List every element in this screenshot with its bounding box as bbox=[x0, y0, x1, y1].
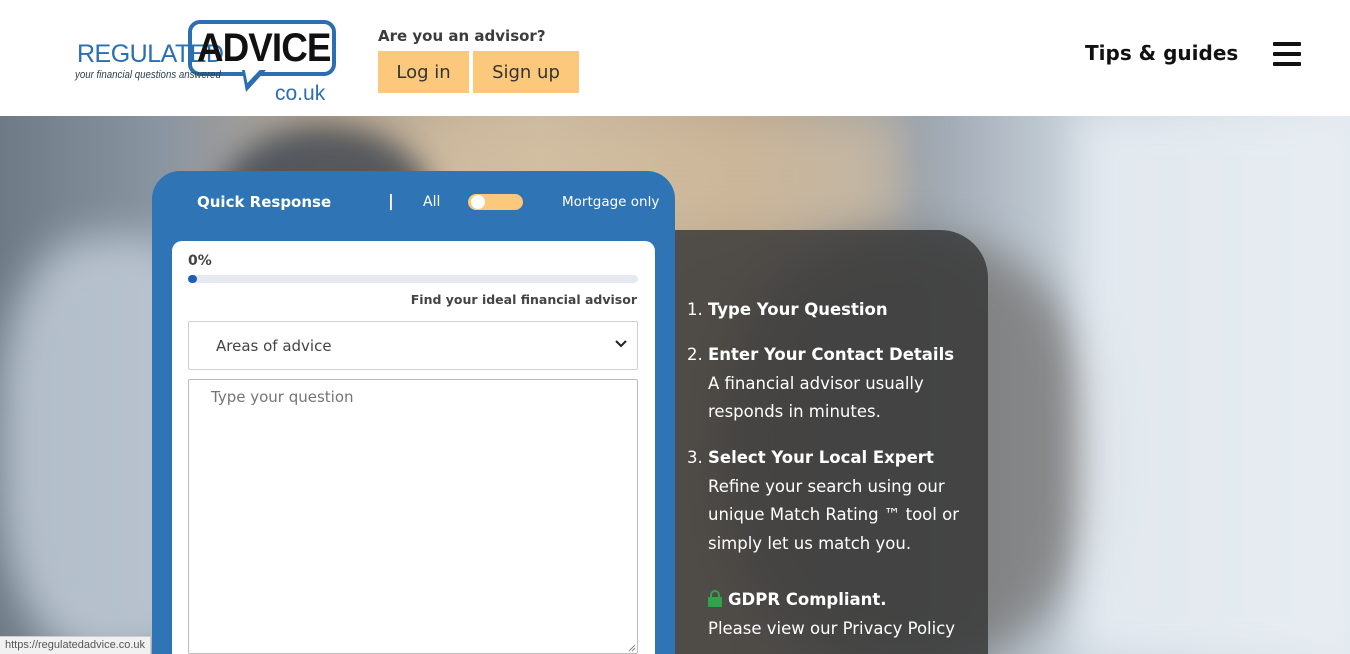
form-title-separator: | bbox=[388, 191, 394, 210]
find-advisor-label: Find your ideal financial advisor bbox=[410, 292, 637, 307]
chevron-down-icon bbox=[615, 337, 627, 352]
progress-bar bbox=[188, 275, 638, 283]
form-title: Quick Response bbox=[197, 193, 332, 211]
step-description: Refine your search using our unique Matc… bbox=[708, 476, 959, 553]
site-logo[interactable]: REGULATED ADVICE your financial question… bbox=[75, 18, 340, 108]
logo-word-advice: ADVICE bbox=[197, 26, 331, 70]
hamburger-icon[interactable] bbox=[1273, 42, 1303, 67]
form-body: 0% Find your ideal financial advisor Are… bbox=[172, 241, 655, 654]
tips-guides-link[interactable]: Tips & guides bbox=[1085, 41, 1238, 65]
lock-icon bbox=[708, 590, 722, 607]
mortgage-only-toggle[interactable] bbox=[468, 194, 523, 210]
step-title: Enter Your Contact Details bbox=[708, 345, 955, 364]
step-description: A financial advisor usually responds in … bbox=[708, 373, 924, 422]
gdpr-notice: GDPR Compliant. Please view our Privacy … bbox=[708, 586, 983, 643]
step-title: Type Your Question bbox=[708, 300, 888, 319]
advisor-question: Are you an advisor? bbox=[378, 27, 546, 45]
gdpr-text: Please view our Privacy Policy bbox=[708, 618, 956, 638]
areas-of-advice-select[interactable]: Areas of advice bbox=[188, 321, 638, 370]
toggle-label-mortgage-only[interactable]: Mortgage only bbox=[562, 194, 659, 210]
progress-percent: 0% bbox=[188, 253, 212, 269]
status-bar-url: https://regulatedadvice.co.uk bbox=[0, 636, 152, 654]
logo-domain: co.uk bbox=[275, 82, 326, 105]
areas-select-value: Areas of advice bbox=[216, 336, 332, 355]
logo-tagline: your financial questions answered bbox=[75, 69, 221, 81]
login-button[interactable]: Log in bbox=[378, 51, 469, 93]
gdpr-title: GDPR Compliant. bbox=[728, 590, 887, 609]
how-it-works-panel: 1. Type Your Question 2. Enter Your Cont… bbox=[675, 230, 988, 654]
progress-bar-fill bbox=[188, 275, 197, 283]
toggle-label-all[interactable]: All bbox=[423, 194, 440, 210]
signup-button[interactable]: Sign up bbox=[473, 51, 579, 93]
quick-response-form: Quick Response | All Mortgage only 0% Fi… bbox=[152, 171, 675, 654]
step-number: 3. bbox=[687, 448, 703, 467]
site-header: REGULATED ADVICE your financial question… bbox=[0, 0, 1350, 116]
step-number: 1. bbox=[687, 300, 703, 319]
toggle-knob bbox=[471, 195, 485, 209]
step-title: Select Your Local Expert bbox=[708, 448, 934, 467]
step-number: 2. bbox=[687, 345, 703, 364]
resize-grip-icon[interactable] bbox=[626, 642, 636, 652]
question-textarea[interactable] bbox=[188, 379, 638, 654]
